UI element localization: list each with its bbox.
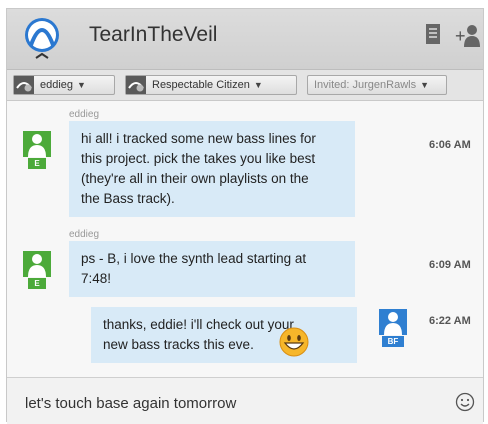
message-text: ps - B, i love the synth lead starting a…	[81, 251, 307, 286]
message-timestamp: 6:09 AM	[429, 259, 471, 271]
conversation-title: TearInTheVeil	[89, 23, 218, 46]
participant-name: eddieg	[40, 79, 74, 91]
avatar-initials: BF	[382, 336, 404, 347]
invited-label: Invited: JurgenRawls	[314, 79, 417, 91]
smiley-icon[interactable]	[455, 392, 475, 412]
message-sender: eddieg	[69, 109, 100, 120]
user-silhouette-icon	[379, 309, 407, 335]
participant-name: Respectable Citizen	[152, 79, 250, 91]
grinning-emoji-icon	[279, 327, 309, 357]
message-timestamp: 6:22 AM	[429, 315, 471, 327]
chevron-down-icon: ▼	[77, 80, 86, 90]
message-list[interactable]: eddieg E hi all! i tracked some new bass…	[7, 101, 483, 377]
message-bubble: hi all! i tracked some new bass lines fo…	[69, 121, 355, 217]
avatar[interactable]: E	[23, 251, 51, 289]
message-timestamp: 6:06 AM	[429, 139, 471, 151]
avatar-initials: E	[28, 278, 46, 289]
chevron-down-icon: ▼	[253, 80, 263, 90]
app-logo-icon[interactable]	[19, 15, 65, 63]
svg-text:+: +	[455, 26, 466, 46]
invited-dropdown[interactable]: Invited: JurgenRawls ▼	[307, 75, 447, 95]
participant-eddieg-dropdown[interactable]: eddieg ▼	[13, 75, 115, 95]
avatar[interactable]: E	[23, 131, 51, 169]
participant-avatar-icon	[126, 76, 146, 94]
notes-icon[interactable]	[425, 23, 441, 50]
message-composer	[7, 377, 483, 424]
user-silhouette-icon	[23, 251, 51, 277]
message-bubble: ps - B, i love the synth lead starting a…	[69, 241, 355, 297]
chevron-down-icon: ▼	[420, 80, 430, 90]
message-bubble: thanks, eddie! i'll check out your new b…	[91, 307, 357, 363]
conversation-header: TearInTheVeil +	[7, 9, 483, 70]
add-user-icon[interactable]: +	[455, 23, 481, 54]
avatar-initials: E	[28, 158, 46, 169]
message-input[interactable]	[25, 392, 445, 414]
participants-bar: eddieg ▼ Respectable Citizen ▼ Invited: …	[7, 70, 483, 101]
avatar[interactable]: BF	[379, 309, 407, 347]
chat-window: TearInTheVeil + eddieg ▼ Respectable Cit…	[6, 8, 484, 424]
participant-avatar-icon	[14, 76, 34, 94]
participant-respectable-citizen-dropdown[interactable]: Respectable Citizen ▼	[125, 75, 297, 95]
user-silhouette-icon	[23, 131, 51, 157]
message-sender: eddieg	[69, 229, 100, 240]
message-text: hi all! i tracked some new bass lines fo…	[81, 131, 316, 206]
